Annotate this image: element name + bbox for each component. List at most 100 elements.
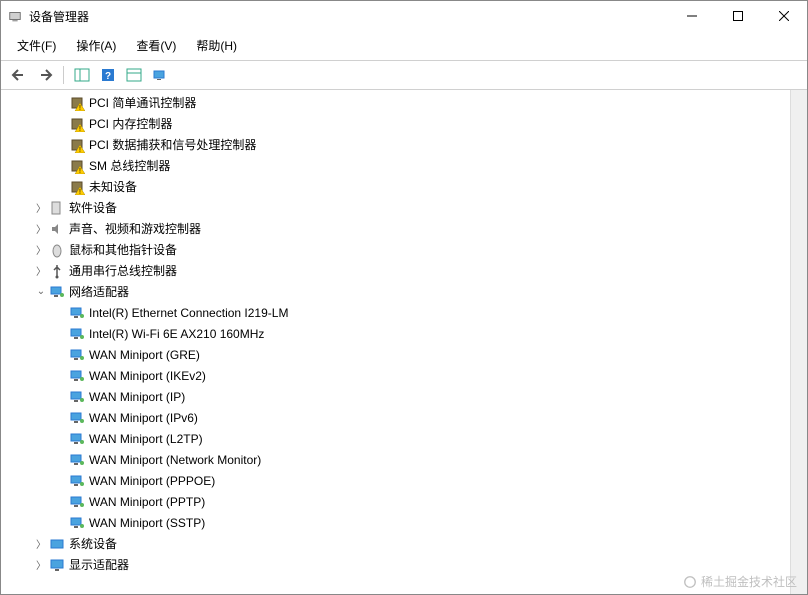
scan-hardware-button[interactable] [148, 64, 172, 86]
tree-item-label: SM 总线控制器 [89, 157, 170, 174]
tree-category[interactable]: 〉 系统设备 [5, 533, 790, 554]
network-adapter-icon [69, 473, 85, 489]
chevron-right-icon[interactable]: 〉 [33, 557, 49, 572]
chip-warning-icon: ! [69, 95, 85, 111]
network-adapter-icon [69, 431, 85, 447]
svg-text:!: ! [79, 147, 81, 153]
menu-view[interactable]: 查看(V) [126, 33, 186, 58]
tree-item-label: WAN Miniport (PPTP) [89, 495, 205, 509]
chevron-right-icon[interactable]: 〉 [33, 536, 49, 551]
tree-category-label: 通用串行总线控制器 [69, 262, 177, 279]
svg-text:!: ! [79, 126, 81, 132]
tree-category-label: 声音、视频和游戏控制器 [69, 220, 201, 237]
tree-category-label: 系统设备 [69, 535, 117, 552]
sound-icon [49, 221, 65, 237]
tree-category[interactable]: 〉 显示适配器 [5, 554, 790, 575]
system-icon [49, 536, 65, 552]
tree-item-warning[interactable]: !未知设备 [5, 176, 790, 197]
network-adapter-icon [69, 389, 85, 405]
show-hide-tree-button[interactable] [70, 64, 94, 86]
tree-item-label: WAN Miniport (L2TP) [89, 432, 203, 446]
toolbar: ? [1, 61, 807, 90]
network-adapter-icon [69, 305, 85, 321]
network-adapter-icon [49, 284, 65, 300]
network-adapter-icon [69, 326, 85, 342]
tree-category[interactable]: 〉 鼠标和其他指针设备 [5, 239, 790, 260]
tree-item-warning[interactable]: ! SM 总线控制器 [5, 155, 790, 176]
window-title: 设备管理器 [29, 8, 669, 25]
usb-icon [49, 263, 65, 279]
tree-item-warning[interactable]: ! PCI 数据捕获和信号处理控制器 [5, 134, 790, 155]
tree-category-network[interactable]: ⌄ 网络适配器 [5, 281, 790, 302]
tree-item-network-adapter[interactable]: WAN Miniport (IPv6) [5, 407, 790, 428]
chevron-right-icon[interactable]: 〉 [33, 242, 49, 257]
tree-item-label: WAN Miniport (Network Monitor) [89, 453, 261, 467]
tree-item-network-adapter[interactable]: WAN Miniport (IKEv2) [5, 365, 790, 386]
tree-category-label: 软件设备 [69, 199, 117, 216]
svg-text:!: ! [79, 168, 81, 174]
properties-button[interactable] [122, 64, 146, 86]
tree-category-label: 显示适配器 [69, 556, 129, 573]
tree-category-label: 鼠标和其他指针设备 [69, 241, 177, 258]
tree-item-label: WAN Miniport (SSTP) [89, 516, 205, 530]
tree-item-network-adapter[interactable]: WAN Miniport (Network Monitor) [5, 449, 790, 470]
network-adapter-icon [69, 452, 85, 468]
tree-item-label: Intel(R) Ethernet Connection I219-LM [89, 306, 288, 320]
window-controls [669, 1, 807, 31]
tree-item-network-adapter[interactable]: WAN Miniport (PPPOE) [5, 470, 790, 491]
tree-item-label: WAN Miniport (IPv6) [89, 411, 198, 425]
tree-item-label: PCI 内存控制器 [89, 115, 172, 132]
tree-category[interactable]: 〉 通用串行总线控制器 [5, 260, 790, 281]
tree-item-network-adapter[interactable]: WAN Miniport (L2TP) [5, 428, 790, 449]
tree-item-label: Intel(R) Wi-Fi 6E AX210 160MHz [89, 327, 264, 341]
menu-action[interactable]: 操作(A) [66, 33, 126, 58]
minimize-button[interactable] [669, 1, 715, 31]
tree-item-label: 未知设备 [89, 178, 137, 195]
tree-item-label: WAN Miniport (IKEv2) [89, 369, 206, 383]
titlebar[interactable]: 设备管理器 [1, 1, 807, 31]
chevron-right-icon[interactable]: 〉 [33, 200, 49, 215]
tree-item-network-adapter[interactable]: WAN Miniport (SSTP) [5, 512, 790, 533]
tree-category[interactable]: 〉 声音、视频和游戏控制器 [5, 218, 790, 239]
device-tree[interactable]: !PCI 简单通讯控制器! PCI 内存控制器! PCI 数据捕获和信号处理控制器!… [1, 90, 790, 594]
tree-item-label: WAN Miniport (PPPOE) [89, 474, 215, 488]
tree-item-network-adapter[interactable]: WAN Miniport (IP) [5, 386, 790, 407]
mouse-icon [49, 242, 65, 258]
software-icon [49, 200, 65, 216]
network-adapter-icon [69, 347, 85, 363]
tree-item-warning[interactable]: !PCI 简单通讯控制器 [5, 92, 790, 113]
chevron-right-icon[interactable]: 〉 [33, 263, 49, 278]
menubar: 文件(F) 操作(A) 查看(V) 帮助(H) [1, 31, 807, 61]
tree-item-network-adapter[interactable]: WAN Miniport (PPTP) [5, 491, 790, 512]
svg-text:?: ? [105, 71, 111, 82]
tree-item-warning[interactable]: ! PCI 内存控制器 [5, 113, 790, 134]
back-button[interactable] [7, 64, 31, 86]
network-adapter-icon [69, 368, 85, 384]
tree-item-network-adapter[interactable]: WAN Miniport (GRE) [5, 344, 790, 365]
forward-button[interactable] [33, 64, 57, 86]
tree-item-network-adapter[interactable]: Intel(R) Wi-Fi 6E AX210 160MHz [5, 323, 790, 344]
chip-warning-icon: ! [69, 179, 85, 195]
tree-category[interactable]: 〉 软件设备 [5, 197, 790, 218]
chevron-down-icon[interactable]: ⌄ [33, 286, 49, 297]
device-manager-window: 设备管理器 文件(F) 操作(A) 查看(V) 帮助(H) [0, 0, 808, 595]
tree-item-label: WAN Miniport (IP) [89, 390, 185, 404]
chip-warning-icon: ! [69, 116, 85, 132]
chip-warning-icon: ! [69, 158, 85, 174]
tree-item-network-adapter[interactable]: Intel(R) Ethernet Connection I219-LM [5, 302, 790, 323]
close-button[interactable] [761, 1, 807, 31]
tree-item-label: PCI 数据捕获和信号处理控制器 [89, 136, 256, 153]
maximize-button[interactable] [715, 1, 761, 31]
menu-help[interactable]: 帮助(H) [186, 33, 247, 58]
menu-file[interactable]: 文件(F) [7, 33, 66, 58]
toolbar-separator [63, 66, 64, 84]
vertical-scrollbar[interactable] [790, 90, 807, 594]
network-adapter-icon [69, 494, 85, 510]
display-icon [49, 557, 65, 573]
help-button[interactable]: ? [96, 64, 120, 86]
tree-item-label: WAN Miniport (GRE) [89, 348, 200, 362]
svg-text:!: ! [79, 105, 81, 111]
tree-category-label: 网络适配器 [69, 283, 129, 300]
chevron-right-icon[interactable]: 〉 [33, 221, 49, 236]
network-adapter-icon [69, 515, 85, 531]
